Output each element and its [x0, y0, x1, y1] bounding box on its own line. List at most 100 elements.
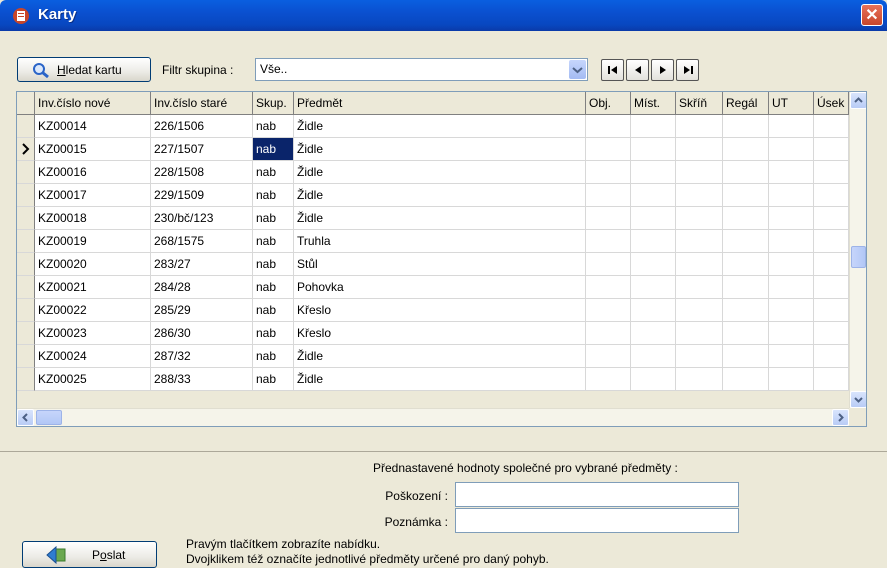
table-cell[interactable] — [676, 138, 723, 161]
table-cell[interactable] — [676, 207, 723, 230]
row-indicator[interactable] — [17, 230, 35, 253]
table-cell[interactable] — [723, 299, 769, 322]
send-button[interactable]: Poslat — [22, 541, 157, 568]
table-cell[interactable]: nab — [253, 161, 294, 184]
row-indicator[interactable] — [17, 345, 35, 368]
table-cell[interactable] — [586, 138, 631, 161]
table-cell[interactable]: KZ00014 — [35, 115, 151, 138]
table-cell[interactable]: KZ00023 — [35, 322, 151, 345]
table-cell[interactable]: 287/32 — [151, 345, 253, 368]
column-header[interactable]: Inv.číslo staré — [151, 92, 253, 115]
table-cell[interactable]: nab — [253, 253, 294, 276]
table-cell[interactable]: Židle — [294, 184, 586, 207]
table-cell[interactable] — [631, 161, 676, 184]
table-cell[interactable] — [814, 138, 849, 161]
table-cell[interactable] — [586, 368, 631, 391]
table-cell[interactable] — [586, 299, 631, 322]
table-cell[interactable] — [586, 184, 631, 207]
table-cell[interactable] — [769, 253, 814, 276]
column-header[interactable]: UT — [769, 92, 814, 115]
table-cell[interactable] — [769, 138, 814, 161]
table-cell[interactable]: KZ00022 — [35, 299, 151, 322]
table-cell[interactable] — [631, 299, 676, 322]
row-indicator[interactable] — [17, 276, 35, 299]
table-cell[interactable]: Křeslo — [294, 322, 586, 345]
table-cell[interactable] — [586, 322, 631, 345]
table-cell[interactable]: Židle — [294, 138, 586, 161]
table-cell[interactable] — [631, 115, 676, 138]
table-cell[interactable]: KZ00019 — [35, 230, 151, 253]
table-cell[interactable] — [676, 115, 723, 138]
table-cell[interactable]: Křeslo — [294, 299, 586, 322]
table-cell[interactable]: 226/1506 — [151, 115, 253, 138]
table-cell[interactable] — [769, 230, 814, 253]
table-cell[interactable] — [723, 345, 769, 368]
table-cell[interactable]: 288/33 — [151, 368, 253, 391]
table-cell[interactable] — [814, 230, 849, 253]
table-cell[interactable] — [723, 184, 769, 207]
table-cell[interactable]: 230/bč/123 — [151, 207, 253, 230]
table-cell[interactable] — [586, 230, 631, 253]
table-cell[interactable]: nab — [253, 276, 294, 299]
table-cell[interactable] — [723, 207, 769, 230]
table-cell[interactable]: nab — [253, 184, 294, 207]
column-header[interactable]: Obj. — [586, 92, 631, 115]
table-cell[interactable] — [631, 345, 676, 368]
table-cell[interactable]: KZ00025 — [35, 368, 151, 391]
column-header[interactable]: Regál — [723, 92, 769, 115]
table-cell[interactable] — [814, 345, 849, 368]
table-cell[interactable]: KZ00024 — [35, 345, 151, 368]
column-header[interactable]: Skříň — [676, 92, 723, 115]
table-cell[interactable] — [814, 322, 849, 345]
table-cell[interactable]: KZ00021 — [35, 276, 151, 299]
table-cell[interactable]: 229/1509 — [151, 184, 253, 207]
row-indicator[interactable] — [17, 322, 35, 345]
table-cell[interactable]: 285/29 — [151, 299, 253, 322]
table-cell[interactable] — [723, 253, 769, 276]
table-cell[interactable]: Židle — [294, 161, 586, 184]
table-cell[interactable]: nab — [253, 322, 294, 345]
table-cell[interactable] — [769, 322, 814, 345]
table-cell[interactable]: KZ00017 — [35, 184, 151, 207]
table-cell[interactable] — [586, 207, 631, 230]
table-cell[interactable] — [676, 184, 723, 207]
table-cell[interactable] — [723, 230, 769, 253]
table-cell[interactable]: nab — [253, 230, 294, 253]
table-cell[interactable] — [631, 276, 676, 299]
cards-grid[interactable]: Inv.číslo nové Inv.číslo staré Skup. Předmě… — [16, 91, 867, 427]
table-cell[interactable]: Židle — [294, 368, 586, 391]
title-bar[interactable]: Karty ✕ — [0, 0, 887, 31]
table-cell[interactable] — [769, 345, 814, 368]
table-cell[interactable] — [723, 138, 769, 161]
next-record-button[interactable] — [651, 59, 674, 81]
table-cell[interactable] — [586, 161, 631, 184]
scroll-right-button[interactable] — [832, 409, 849, 426]
horizontal-scroll-thumb[interactable] — [36, 410, 62, 425]
scroll-left-button[interactable] — [17, 409, 34, 426]
table-cell[interactable] — [676, 230, 723, 253]
table-cell[interactable] — [814, 276, 849, 299]
table-cell[interactable] — [676, 276, 723, 299]
table-cell[interactable] — [769, 115, 814, 138]
row-indicator[interactable] — [17, 253, 35, 276]
table-cell[interactable]: nab — [253, 207, 294, 230]
table-cell[interactable]: KZ00020 — [35, 253, 151, 276]
table-cell[interactable] — [769, 299, 814, 322]
column-header[interactable]: Předmět — [294, 92, 586, 115]
row-indicator[interactable] — [17, 207, 35, 230]
table-cell[interactable]: 284/28 — [151, 276, 253, 299]
row-indicator[interactable] — [17, 138, 35, 161]
table-cell[interactable] — [769, 276, 814, 299]
table-cell[interactable]: Židle — [294, 345, 586, 368]
row-indicator[interactable] — [17, 368, 35, 391]
column-header[interactable]: Inv.číslo nové — [35, 92, 151, 115]
row-indicator[interactable] — [17, 115, 35, 138]
table-cell[interactable] — [631, 368, 676, 391]
table-cell[interactable]: KZ00015 — [35, 138, 151, 161]
column-header[interactable]: Úsek — [814, 92, 849, 115]
table-cell[interactable] — [723, 276, 769, 299]
last-record-button[interactable] — [676, 59, 699, 81]
table-cell[interactable] — [631, 322, 676, 345]
table-cell[interactable] — [814, 161, 849, 184]
prev-record-button[interactable] — [626, 59, 649, 81]
